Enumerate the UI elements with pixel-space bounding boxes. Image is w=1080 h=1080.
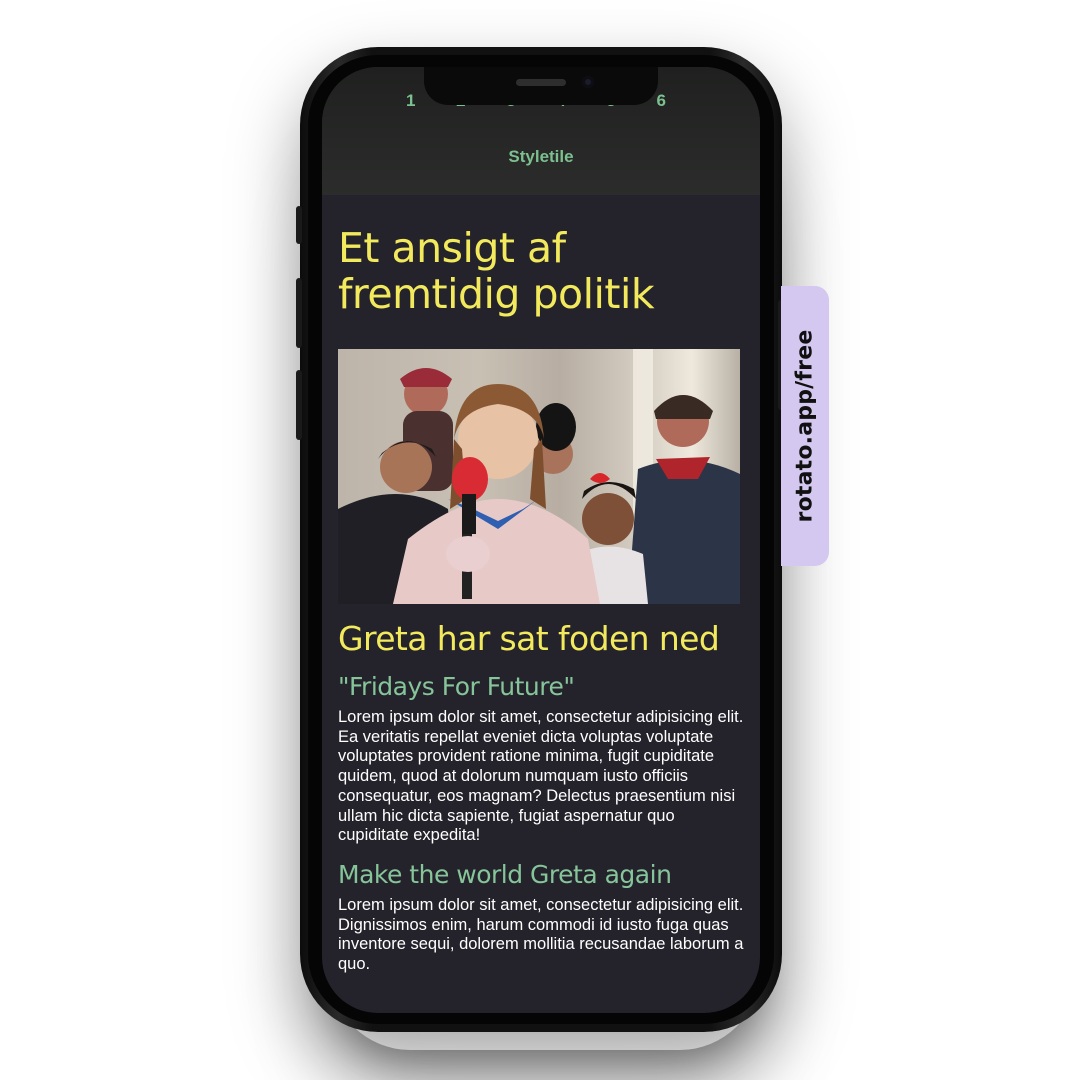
action-button — [296, 206, 302, 244]
rotato-badge[interactable]: rotato.app/free — [781, 286, 829, 566]
volume-up-button — [296, 278, 302, 348]
section-body-make-world: Lorem ipsum dolor sit amet, consectetur … — [338, 895, 744, 974]
front-camera — [582, 76, 594, 88]
speaker-grille — [516, 79, 566, 86]
article-photo — [338, 349, 740, 604]
volume-down-button — [296, 370, 302, 440]
section-title-make-world: Make the world Greta again — [338, 859, 672, 889]
phone-notch — [424, 67, 658, 105]
section-title-fridays: "Fridays For Future" — [338, 672, 575, 701]
top-navigation: 1 2 3 4 5 6 Styletile — [322, 67, 760, 195]
article-content: Et ansigt af fremtidig politik Greta har… — [338, 195, 744, 975]
nav-item-1[interactable]: 1 — [406, 91, 415, 111]
phone-screen: 1 2 3 4 5 6 Styletile Et ansigt af fremt… — [322, 67, 760, 1013]
article-heading: Greta har sat foden ned — [338, 619, 720, 658]
brand-title[interactable]: Styletile — [322, 147, 760, 167]
nav-item-6[interactable]: 6 — [656, 91, 665, 111]
section-body-fridays: Lorem ipsum dolor sit amet, consectetur … — [338, 708, 744, 845]
photo-illustration — [338, 349, 740, 604]
article-title: Et ansigt af fremtidig politik — [338, 224, 655, 318]
rotato-badge-text: rotato.app/free — [792, 329, 818, 523]
